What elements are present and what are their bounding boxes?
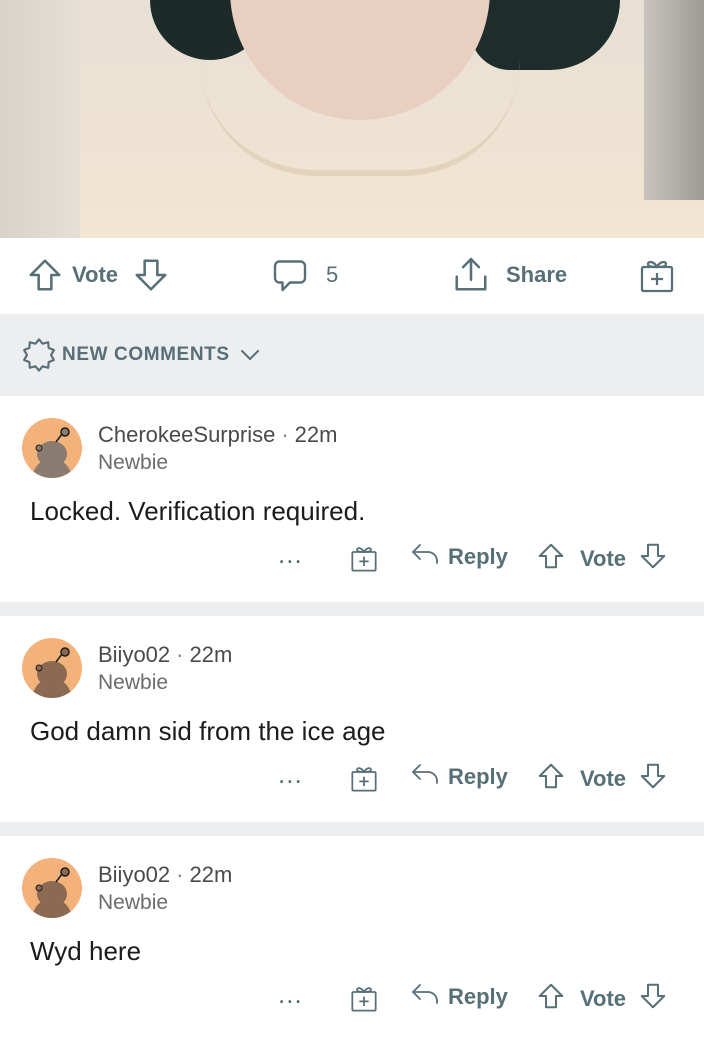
downvote-icon[interactable]	[638, 981, 668, 1017]
gift-icon	[638, 258, 676, 294]
comment-vote-control: Vote	[536, 541, 668, 577]
downvote-icon[interactable]	[638, 541, 668, 577]
downvote-icon[interactable]	[132, 256, 170, 294]
reply-label: Reply	[448, 764, 508, 789]
comment-body: Locked. Verification required.	[30, 496, 366, 526]
reply-label: Reply	[448, 544, 508, 569]
username[interactable]: Biiyo02	[98, 642, 170, 667]
share-button[interactable]: Share	[452, 256, 567, 294]
vote-label: Vote	[580, 766, 627, 791]
username[interactable]: Biiyo02	[98, 862, 170, 887]
upvote-icon[interactable]	[536, 761, 566, 797]
sort-label: NEW COMMENTS	[62, 344, 230, 365]
photo-background-right	[644, 0, 704, 200]
user-flair: Newbie	[98, 671, 169, 694]
comment-author-line: CherokeeSurprise · 22m	[98, 422, 337, 448]
gift-icon[interactable]	[350, 985, 378, 1018]
chevron-down-icon	[240, 348, 260, 362]
avatar[interactable]	[22, 638, 82, 698]
comment-actions: ... Reply Vote	[0, 981, 704, 1021]
comment-author-line: Biiyo02 · 22m	[98, 642, 232, 668]
award-button[interactable]	[638, 258, 676, 294]
gift-icon[interactable]	[350, 765, 378, 798]
reply-button[interactable]: Reply	[410, 541, 508, 573]
reply-arrow-icon	[410, 761, 440, 793]
username[interactable]: CherokeeSurprise	[98, 422, 275, 447]
reply-arrow-icon	[410, 981, 440, 1013]
reply-arrow-icon	[410, 541, 440, 573]
reply-label: Reply	[448, 984, 508, 1009]
upvote-icon[interactable]	[536, 981, 566, 1017]
comment-time: 22m	[294, 422, 338, 447]
post-image[interactable]	[0, 0, 704, 238]
share-label: Share	[506, 262, 568, 287]
comment-time: 22m	[189, 862, 233, 887]
more-options-button[interactable]: ...	[278, 981, 303, 1007]
user-flair: Newbie	[98, 451, 169, 474]
more-options-button[interactable]: ...	[278, 541, 303, 567]
comment-body: God damn sid from the ice age	[30, 716, 386, 746]
comment-actions: ... Reply Vote	[0, 761, 704, 801]
comments-count: 5	[326, 262, 339, 287]
post-vote-control: Vote	[26, 256, 170, 294]
vote-label: Vote	[580, 546, 627, 571]
post-vote-label: Vote	[72, 262, 119, 287]
photo-background-left	[0, 0, 80, 238]
more-options-button[interactable]: ...	[278, 761, 303, 787]
comment-time: 22m	[189, 642, 233, 667]
reply-button[interactable]: Reply	[410, 761, 508, 793]
separator-dot: ·	[176, 642, 184, 667]
comment: Biiyo02 · 22m Newbie God damn sid from the…	[0, 616, 704, 822]
photo-shirt-collar	[200, 60, 520, 176]
sparkle-badge-icon	[22, 338, 56, 372]
reply-button[interactable]: Reply	[410, 981, 508, 1013]
upvote-icon[interactable]	[26, 256, 64, 294]
comment-vote-control: Vote	[536, 981, 668, 1017]
comment-bubble-icon	[272, 256, 308, 294]
vote-label: Vote	[580, 986, 627, 1011]
comment-author-line: Biiyo02 · 22m	[98, 862, 232, 888]
comment-divider	[0, 822, 704, 836]
comments-button[interactable]: 5	[272, 256, 338, 294]
gift-icon[interactable]	[350, 545, 378, 578]
comment-body: Wyd here	[30, 936, 142, 966]
share-icon	[452, 256, 490, 294]
comment-sort-dropdown[interactable]: NEW COMMENTS	[0, 314, 704, 396]
avatar[interactable]	[22, 418, 82, 478]
avatar[interactable]	[22, 858, 82, 918]
comment-vote-control: Vote	[536, 761, 668, 797]
separator-dot: ·	[281, 422, 289, 447]
upvote-icon[interactable]	[536, 541, 566, 577]
comment-divider	[0, 602, 704, 616]
post-action-bar: Vote 5 Share	[0, 238, 704, 314]
separator-dot: ·	[176, 862, 184, 887]
user-flair: Newbie	[98, 891, 169, 914]
comment: Biiyo02 · 22m Newbie Wyd here ... Reply Vo…	[0, 836, 704, 1042]
comment-actions: ... Reply Vote	[0, 541, 704, 581]
comment: CherokeeSurprise · 22m Newbie Locked. Veri…	[0, 396, 704, 602]
downvote-icon[interactable]	[638, 761, 668, 797]
